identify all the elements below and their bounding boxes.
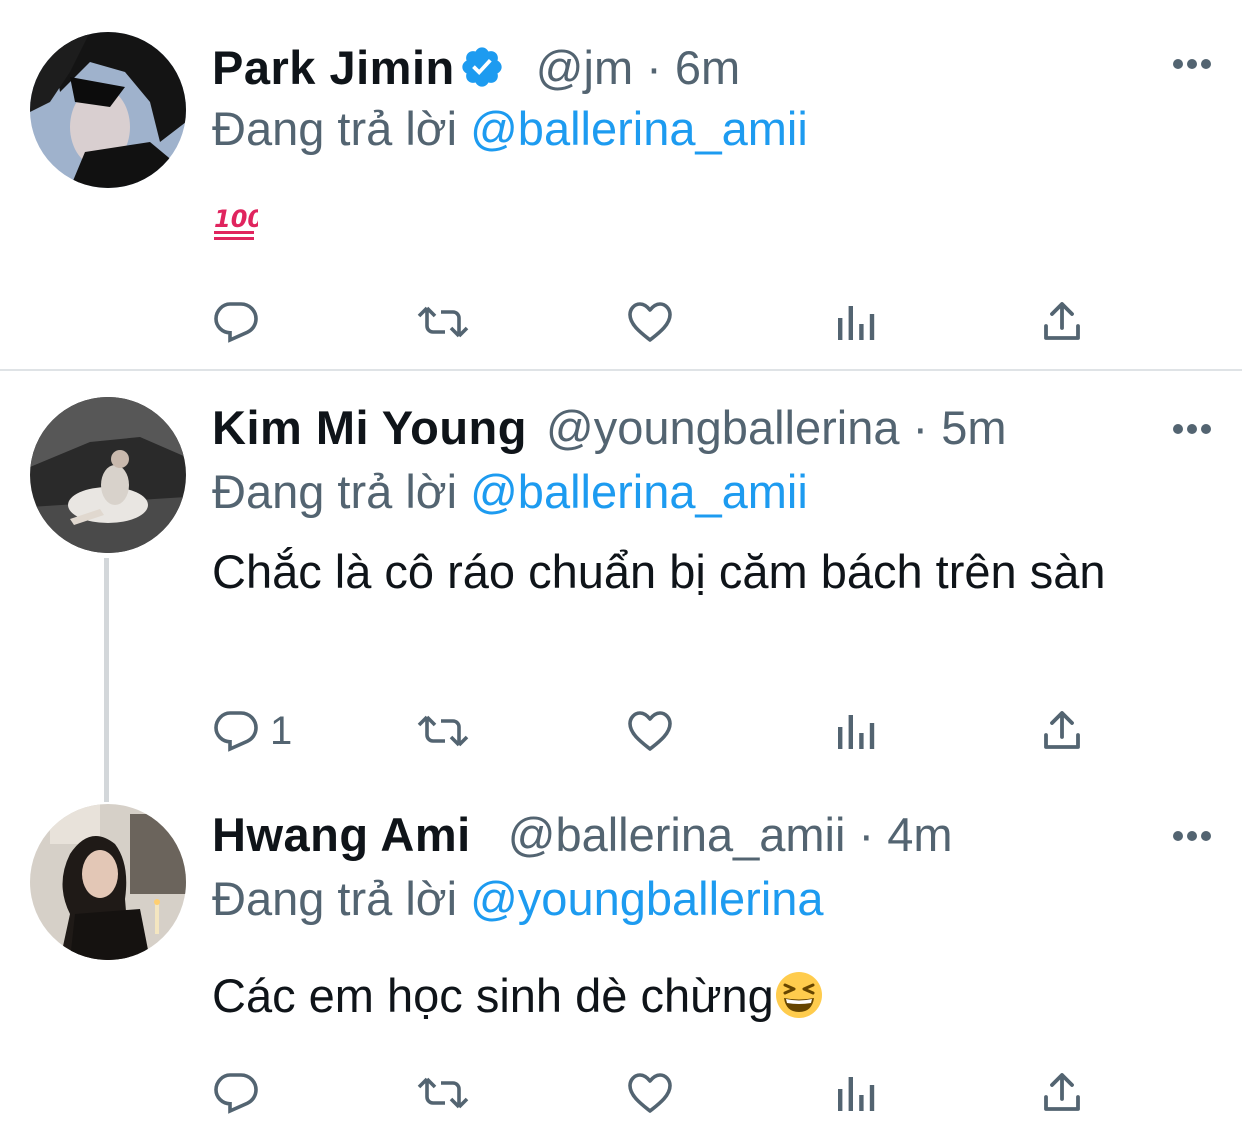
more-icon[interactable] xyxy=(1172,58,1212,70)
svg-text:100: 100 xyxy=(214,205,258,233)
more-icon[interactable] xyxy=(1172,423,1212,435)
like-icon xyxy=(628,711,672,751)
retweet-button[interactable] xyxy=(415,701,471,761)
analytics-icon xyxy=(838,1077,875,1111)
replying-to-label: Đang trả lời xyxy=(212,872,458,925)
tweet-header: Park Jimin @jm · 6m xyxy=(212,38,740,98)
retweet-button[interactable] xyxy=(415,292,471,352)
tweet-actions xyxy=(212,292,1112,352)
analytics-icon xyxy=(838,306,875,340)
reply-icon xyxy=(214,302,258,343)
share-icon xyxy=(1044,302,1080,340)
tweet-text: Chắc là cô ráo chuẩn bị căm bách trên sà… xyxy=(212,545,1106,598)
timestamp[interactable]: 4m xyxy=(887,808,952,861)
replying-to: Đang trả lời @ballerina_amii xyxy=(212,99,808,159)
thread-connector xyxy=(104,558,109,802)
tweet-text: 100 xyxy=(212,188,1202,250)
user-handle[interactable]: @ballerina_amii xyxy=(508,808,846,861)
tweet-text: Các em học sinh dè chừng xyxy=(212,965,1202,1027)
retweet-icon xyxy=(417,1077,469,1109)
tweet-kim-mi-young[interactable]: Kim Mi Young @youngballerina · 5m Đang t… xyxy=(0,371,1242,791)
verified-badge-icon xyxy=(462,47,502,87)
retweet-button[interactable] xyxy=(415,1063,471,1123)
separator-dot: · xyxy=(912,401,929,454)
avatar-park-jimin[interactable] xyxy=(30,32,186,188)
timestamp[interactable]: 6m xyxy=(675,41,740,94)
share-button[interactable] xyxy=(1038,701,1086,761)
tweet-header: Kim Mi Young @youngballerina · 5m xyxy=(212,398,1007,458)
avatar-hwang-ami[interactable] xyxy=(30,804,186,960)
like-button[interactable] xyxy=(626,1063,674,1123)
replying-to: Đang trả lời @youngballerina xyxy=(212,869,824,929)
separator-dot: · xyxy=(858,808,875,861)
mention-link[interactable]: @ballerina_amii xyxy=(470,102,808,155)
share-icon xyxy=(1044,1073,1080,1111)
like-icon xyxy=(628,1073,672,1113)
retweet-icon xyxy=(417,306,469,338)
avatar-kim-mi-young[interactable] xyxy=(30,397,186,553)
reply-button[interactable] xyxy=(212,292,270,352)
reply-icon xyxy=(214,711,258,752)
user-handle[interactable]: @jm xyxy=(536,41,633,94)
display-name[interactable]: Park Jimin xyxy=(212,41,455,94)
like-button[interactable] xyxy=(626,292,674,352)
mention-link[interactable]: @youngballerina xyxy=(470,872,823,925)
tweet-text-content: Các em học sinh dè chừng xyxy=(212,969,774,1022)
replying-to: Đang trả lời @ballerina_amii xyxy=(212,462,808,522)
display-name[interactable]: Hwang Ami xyxy=(212,808,471,861)
tweet-hwang-ami[interactable]: Hwang Ami @ballerina_amii · 4m Đang trả … xyxy=(0,791,1242,1131)
tweet-park-jimin[interactable]: Park Jimin @jm · 6m Đang trả lời @baller… xyxy=(0,0,1242,369)
analytics-button[interactable] xyxy=(832,292,880,352)
analytics-icon xyxy=(838,715,875,749)
grinning-squinting-face-emoji xyxy=(775,972,822,1018)
mention-link[interactable]: @ballerina_amii xyxy=(470,465,808,518)
replying-to-label: Đang trả lời xyxy=(212,465,458,518)
share-button[interactable] xyxy=(1038,1063,1086,1123)
hundred-points-emoji: 100 xyxy=(214,205,258,240)
tweet-actions xyxy=(212,1063,1112,1123)
user-handle[interactable]: @youngballerina xyxy=(546,401,899,454)
timestamp[interactable]: 5m xyxy=(941,401,1006,454)
reply-icon xyxy=(214,1073,258,1114)
separator-dot: · xyxy=(646,41,662,94)
share-icon xyxy=(1044,711,1080,749)
tweet-actions: 1 xyxy=(212,701,1112,761)
more-icon[interactable] xyxy=(1172,830,1212,842)
retweet-icon xyxy=(417,715,469,747)
analytics-button[interactable] xyxy=(832,1063,880,1123)
share-button[interactable] xyxy=(1038,292,1086,352)
tweet-header: Hwang Ami @ballerina_amii · 4m xyxy=(212,805,953,865)
analytics-button[interactable] xyxy=(832,701,880,761)
reply-button[interactable] xyxy=(212,1063,270,1123)
like-button[interactable] xyxy=(626,701,674,761)
reply-button[interactable]: 1 xyxy=(212,701,292,761)
replying-to-label: Đang trả lời xyxy=(212,102,458,155)
like-icon xyxy=(628,302,672,342)
reply-count: 1 xyxy=(270,708,293,753)
display-name[interactable]: Kim Mi Young xyxy=(212,401,527,454)
